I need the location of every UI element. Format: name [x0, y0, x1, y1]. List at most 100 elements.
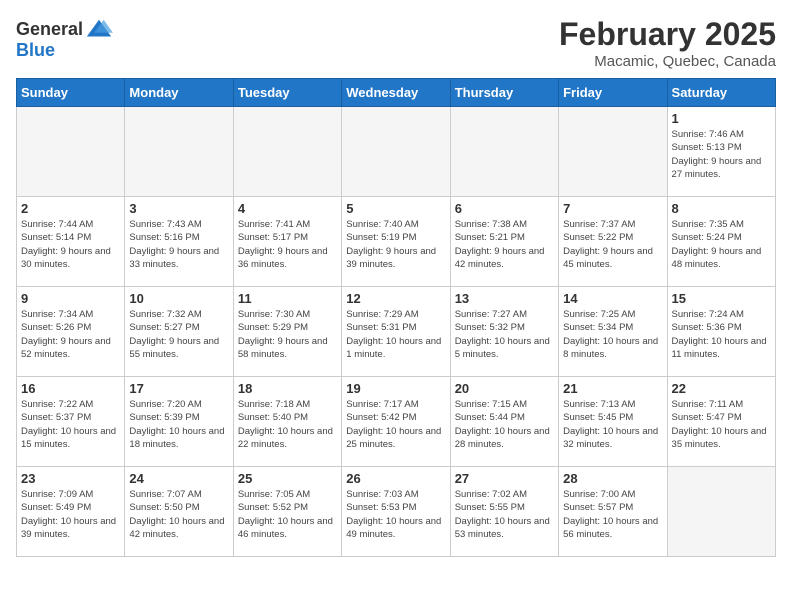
calendar-cell: 2 Sunrise: 7:44 AM Sunset: 5:14 PM Daylig…: [17, 197, 125, 287]
day-info: Sunrise: 7:20 AM Sunset: 5:39 PM Dayligh…: [129, 398, 228, 451]
weekday-header-row: SundayMondayTuesdayWednesdayThursdayFrid…: [17, 79, 776, 107]
day-number: 5: [346, 201, 445, 216]
calendar-cell: 17 Sunrise: 7:20 AM Sunset: 5:39 PM Dayli…: [125, 377, 233, 467]
day-info: Sunrise: 7:17 AM Sunset: 5:42 PM Dayligh…: [346, 398, 445, 451]
calendar-cell: 14Sunrise: 7:25 AM Sunset: 5:34 PM Dayli…: [559, 287, 667, 377]
title-area: February 2025 Macamic, Quebec, Canada: [559, 16, 776, 70]
calendar-cell: 19 Sunrise: 7:17 AM Sunset: 5:42 PM Dayli…: [342, 377, 450, 467]
day-number: 22: [672, 381, 771, 396]
header: General Blue February 2025 Macamic, Queb…: [16, 16, 776, 70]
day-number: 7: [563, 201, 662, 216]
day-number: 1: [672, 111, 771, 126]
day-info: Sunrise: 7:32 AM Sunset: 5:27 PM Dayligh…: [129, 308, 228, 361]
weekday-header-friday: Friday: [559, 79, 667, 107]
day-number: 3: [129, 201, 228, 216]
calendar-cell: 11 Sunrise: 7:30 AM Sunset: 5:29 PM Dayli…: [233, 287, 341, 377]
logo-icon: [85, 16, 113, 44]
week-row-4: 23 Sunrise: 7:09 AM Sunset: 5:49 PM Dayli…: [17, 467, 776, 557]
day-number: 23: [21, 471, 120, 486]
day-number: 18: [238, 381, 337, 396]
day-info: Sunrise: 7:29 AM Sunset: 5:31 PM Dayligh…: [346, 308, 445, 361]
week-row-3: 16 Sunrise: 7:22 AM Sunset: 5:37 PM Dayli…: [17, 377, 776, 467]
day-info: Sunrise: 7:13 AM Sunset: 5:45 PM Dayligh…: [563, 398, 662, 451]
day-number: 27: [455, 471, 554, 486]
calendar-cell: 9 Sunrise: 7:34 AM Sunset: 5:26 PM Daylig…: [17, 287, 125, 377]
day-number: 15: [672, 291, 771, 306]
day-info: Sunrise: 7:05 AM Sunset: 5:52 PM Dayligh…: [238, 488, 337, 541]
weekday-header-thursday: Thursday: [450, 79, 558, 107]
day-info: Sunrise: 7:40 AM Sunset: 5:19 PM Dayligh…: [346, 218, 445, 271]
day-number: 11: [238, 291, 337, 306]
day-info: Sunrise: 7:18 AM Sunset: 5:40 PM Dayligh…: [238, 398, 337, 451]
day-number: 9: [21, 291, 120, 306]
day-info: Sunrise: 7:09 AM Sunset: 5:49 PM Dayligh…: [21, 488, 120, 541]
calendar-cell: [342, 107, 450, 197]
logo-text: General: [16, 20, 83, 40]
weekday-header-tuesday: Tuesday: [233, 79, 341, 107]
calendar-body: 1 Sunrise: 7:46 AM Sunset: 5:13 PM Daylig…: [17, 107, 776, 557]
day-info: Sunrise: 7:24 AM Sunset: 5:36 PM Dayligh…: [672, 308, 771, 361]
calendar-cell: 25 Sunrise: 7:05 AM Sunset: 5:52 PM Dayli…: [233, 467, 341, 557]
day-info: Sunrise: 7:27 AM Sunset: 5:32 PM Dayligh…: [455, 308, 554, 361]
logo-blue: Blue: [16, 40, 55, 61]
calendar-subtitle: Macamic, Quebec, Canada: [559, 53, 776, 70]
calendar-cell: 5 Sunrise: 7:40 AM Sunset: 5:19 PM Daylig…: [342, 197, 450, 287]
day-info: Sunrise: 7:30 AM Sunset: 5:29 PM Dayligh…: [238, 308, 337, 361]
day-info: Sunrise: 7:41 AM Sunset: 5:17 PM Dayligh…: [238, 218, 337, 271]
weekday-header-saturday: Saturday: [667, 79, 775, 107]
calendar-cell: [17, 107, 125, 197]
weekday-header-wednesday: Wednesday: [342, 79, 450, 107]
day-info: Sunrise: 7:44 AM Sunset: 5:14 PM Dayligh…: [21, 218, 120, 271]
calendar-cell: [450, 107, 558, 197]
day-number: 4: [238, 201, 337, 216]
day-number: 8: [672, 201, 771, 216]
calendar-cell: 21 Sunrise: 7:13 AM Sunset: 5:45 PM Dayli…: [559, 377, 667, 467]
day-number: 25: [238, 471, 337, 486]
calendar-cell: 26 Sunrise: 7:03 AM Sunset: 5:53 PM Dayli…: [342, 467, 450, 557]
calendar-cell: [233, 107, 341, 197]
day-number: 24: [129, 471, 228, 486]
calendar-title: February 2025: [559, 16, 776, 53]
day-info: Sunrise: 7:03 AM Sunset: 5:53 PM Dayligh…: [346, 488, 445, 541]
day-info: Sunrise: 7:46 AM Sunset: 5:13 PM Dayligh…: [672, 128, 771, 181]
calendar-cell: 15 Sunrise: 7:24 AM Sunset: 5:36 PM Dayli…: [667, 287, 775, 377]
day-number: 6: [455, 201, 554, 216]
calendar-cell: 28Sunrise: 7:00 AM Sunset: 5:57 PM Dayli…: [559, 467, 667, 557]
day-number: 20: [455, 381, 554, 396]
day-info: Sunrise: 7:11 AM Sunset: 5:47 PM Dayligh…: [672, 398, 771, 451]
calendar-cell: 8 Sunrise: 7:35 AM Sunset: 5:24 PM Daylig…: [667, 197, 775, 287]
week-row-2: 9 Sunrise: 7:34 AM Sunset: 5:26 PM Daylig…: [17, 287, 776, 377]
calendar-cell: 18 Sunrise: 7:18 AM Sunset: 5:40 PM Dayli…: [233, 377, 341, 467]
day-number: 16: [21, 381, 120, 396]
day-number: 21: [563, 381, 662, 396]
calendar-cell: [559, 107, 667, 197]
weekday-header-monday: Monday: [125, 79, 233, 107]
day-number: 19: [346, 381, 445, 396]
calendar-cell: 10 Sunrise: 7:32 AM Sunset: 5:27 PM Dayli…: [125, 287, 233, 377]
day-info: Sunrise: 7:34 AM Sunset: 5:26 PM Dayligh…: [21, 308, 120, 361]
calendar-cell: 20 Sunrise: 7:15 AM Sunset: 5:44 PM Dayli…: [450, 377, 558, 467]
day-info: Sunrise: 7:22 AM Sunset: 5:37 PM Dayligh…: [21, 398, 120, 451]
day-info: Sunrise: 7:43 AM Sunset: 5:16 PM Dayligh…: [129, 218, 228, 271]
calendar-cell: [125, 107, 233, 197]
week-row-1: 2 Sunrise: 7:44 AM Sunset: 5:14 PM Daylig…: [17, 197, 776, 287]
day-info: Sunrise: 7:38 AM Sunset: 5:21 PM Dayligh…: [455, 218, 554, 271]
day-number: 13: [455, 291, 554, 306]
calendar-cell: 13 Sunrise: 7:27 AM Sunset: 5:32 PM Dayli…: [450, 287, 558, 377]
day-number: 2: [21, 201, 120, 216]
calendar-cell: 16 Sunrise: 7:22 AM Sunset: 5:37 PM Dayli…: [17, 377, 125, 467]
calendar-cell: 24 Sunrise: 7:07 AM Sunset: 5:50 PM Dayli…: [125, 467, 233, 557]
day-info: Sunrise: 7:35 AM Sunset: 5:24 PM Dayligh…: [672, 218, 771, 271]
calendar-cell: 12Sunrise: 7:29 AM Sunset: 5:31 PM Dayli…: [342, 287, 450, 377]
day-number: 10: [129, 291, 228, 306]
day-info: Sunrise: 7:07 AM Sunset: 5:50 PM Dayligh…: [129, 488, 228, 541]
day-number: 17: [129, 381, 228, 396]
day-info: Sunrise: 7:15 AM Sunset: 5:44 PM Dayligh…: [455, 398, 554, 451]
calendar-table: SundayMondayTuesdayWednesdayThursdayFrid…: [16, 78, 776, 557]
calendar-cell: 6 Sunrise: 7:38 AM Sunset: 5:21 PM Daylig…: [450, 197, 558, 287]
calendar-cell: 4 Sunrise: 7:41 AM Sunset: 5:17 PM Daylig…: [233, 197, 341, 287]
day-info: Sunrise: 7:00 AM Sunset: 5:57 PM Dayligh…: [563, 488, 662, 541]
day-number: 26: [346, 471, 445, 486]
logo: General Blue: [16, 16, 113, 61]
calendar-cell: 1 Sunrise: 7:46 AM Sunset: 5:13 PM Daylig…: [667, 107, 775, 197]
